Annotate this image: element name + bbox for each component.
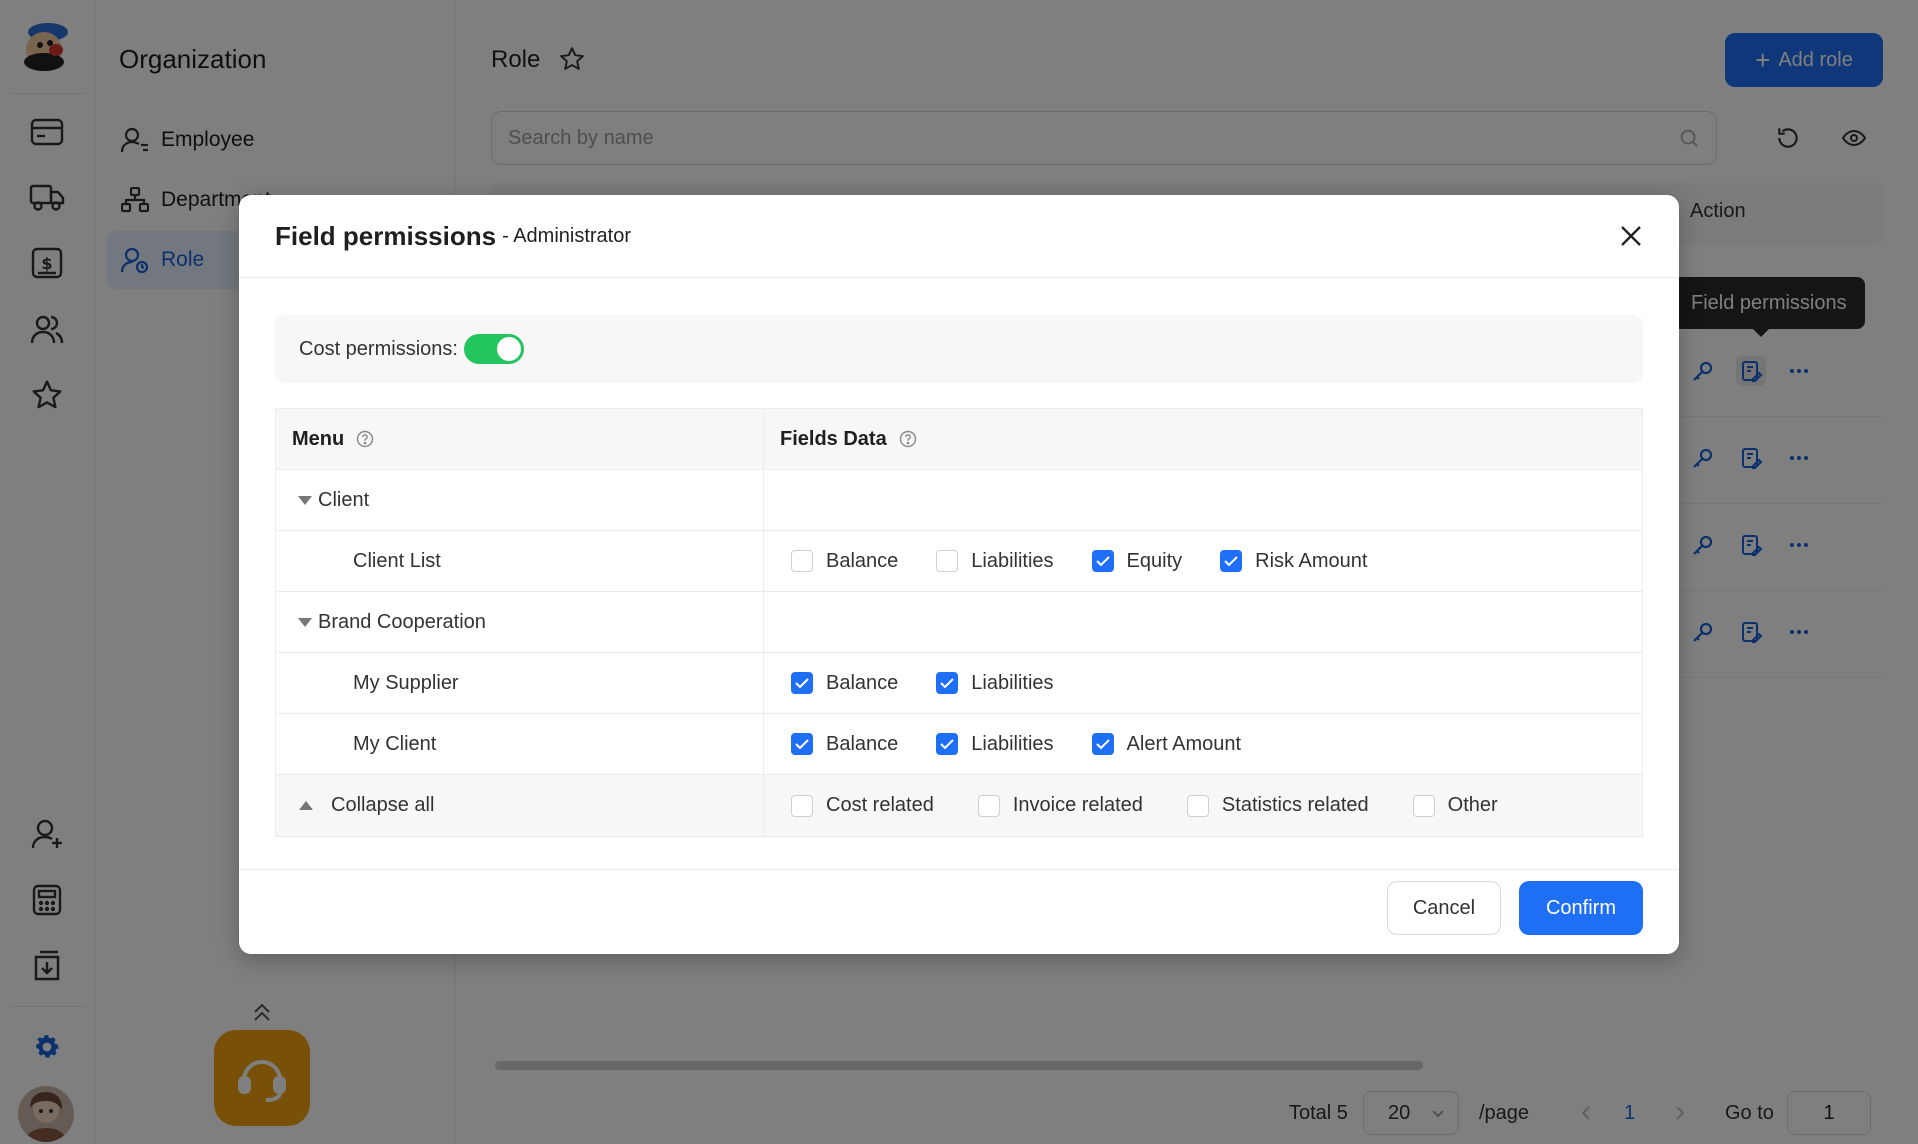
close-dialog-button[interactable] [1613,218,1649,254]
close-icon [1621,226,1641,246]
table-row: My Client Balance Liabilities Alert Amou… [276,714,1642,775]
checkbox-balance[interactable]: Balance [791,733,898,756]
help-icon[interactable] [356,430,374,448]
checkbox-alert-amount[interactable]: Alert Amount [1091,733,1241,756]
checkbox-balance[interactable]: Balance [791,672,898,695]
tree-node-brand-cooperation[interactable]: Brand Cooperation [276,592,764,652]
field-permissions-dialog: Field permissions - Administrator Cost p… [239,195,1679,954]
checkbox-liabilities[interactable]: Liabilities [936,733,1054,756]
caret-up-icon[interactable] [299,801,313,810]
cost-permissions-switch[interactable] [463,334,524,364]
collapse-all-toggle[interactable]: Collapse all [276,775,764,836]
tree-node-client[interactable]: Client [276,470,764,530]
my-supplier-fields: Balance Liabilities [764,653,1642,713]
checkbox-other[interactable]: Other [1412,794,1498,817]
dialog-title: Field permissions [275,220,497,251]
checkbox-equity[interactable]: Equity [1091,550,1182,573]
permissions-table: Menu Fields Data Client Client List Bala… [275,408,1643,837]
menu-client-list: Client List [276,531,764,591]
table-row: Client [276,470,1642,531]
my-client-fields: Balance Liabilities Alert Amount [764,714,1642,774]
checkbox-liabilities[interactable]: Liabilities [936,672,1054,695]
field-category-filters: Cost related Invoice related Statistics … [764,775,1642,836]
cost-permissions-label: Cost permissions: [299,337,458,360]
cancel-button[interactable]: Cancel [1387,881,1501,935]
table-row: Brand Cooperation [276,592,1642,653]
checkbox-statistics-related[interactable]: Statistics related [1186,794,1369,817]
dialog-header: Field permissions - Administrator [239,195,1679,278]
caret-down-icon[interactable] [298,495,312,505]
menu-my-supplier: My Supplier [276,653,764,713]
table-row: Client List Balance Liabilities Equity R… [276,531,1642,592]
cost-permissions-row: Cost permissions: [275,315,1643,383]
menu-column-header: Menu [276,409,764,469]
menu-my-client: My Client [276,714,764,774]
client-list-fields: Balance Liabilities Equity Risk Amount [764,531,1642,591]
checkbox-risk-amount[interactable]: Risk Amount [1220,550,1367,573]
dialog-subtitle: - Administrator [502,224,632,247]
checkbox-balance[interactable]: Balance [791,550,898,573]
checkbox-cost-related[interactable]: Cost related [791,794,934,817]
checkbox-liabilities[interactable]: Liabilities [936,550,1054,573]
checkbox-invoice-related[interactable]: Invoice related [977,794,1143,817]
confirm-button[interactable]: Confirm [1519,881,1643,935]
help-icon[interactable] [899,430,917,448]
caret-down-icon[interactable] [298,617,312,627]
fields-column-header: Fields Data [764,409,1642,469]
dialog-footer: Cancel Confirm [239,869,1679,954]
table-footer-row: Collapse all Cost related Invoice relate… [276,775,1642,836]
table-header-row: Menu Fields Data [276,409,1642,470]
table-row: My Supplier Balance Liabilities [276,653,1642,714]
